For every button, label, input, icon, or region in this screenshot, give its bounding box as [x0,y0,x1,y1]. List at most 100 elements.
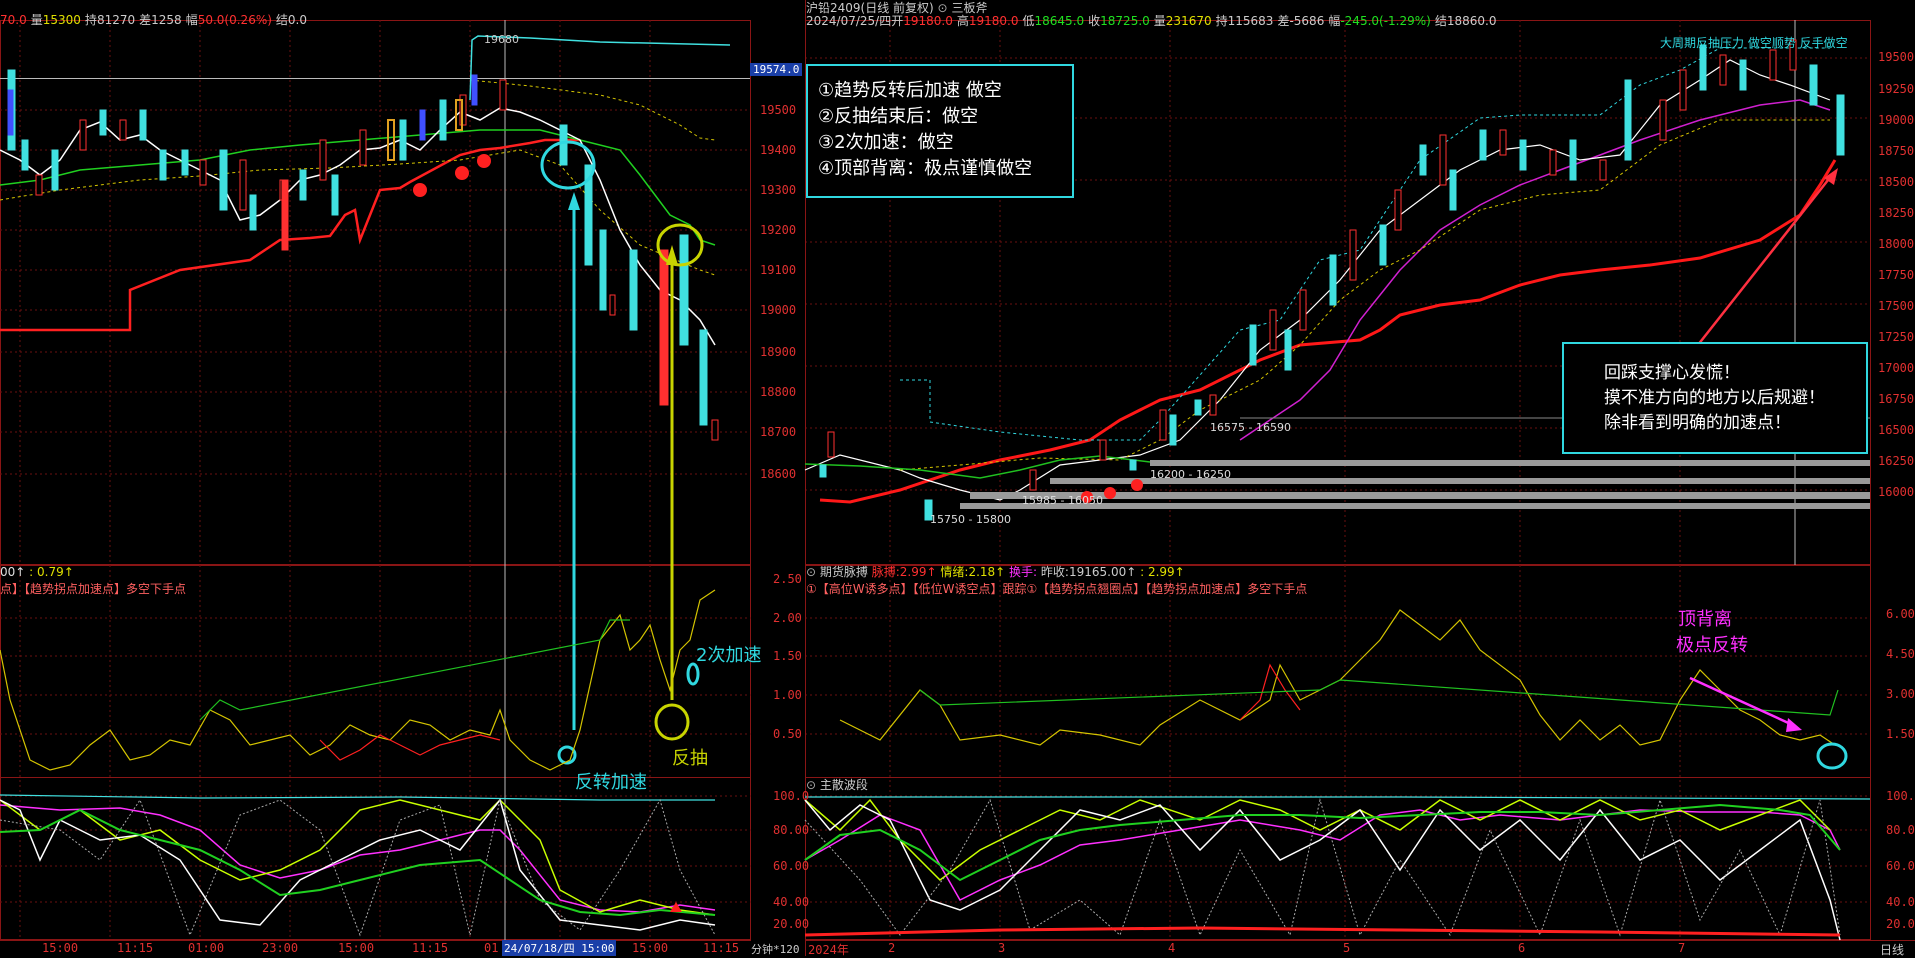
zone-label: 16575 - 16590 [1210,421,1291,434]
left-ind1-tick: 2.00 [773,611,802,625]
right-ind1-mood-label: 情绪: [940,565,969,579]
left-diff: 1258 [151,13,182,27]
left-ind1-value2: : 0.79↑ [29,565,74,579]
right-axis-tick: 19000 [1878,113,1915,127]
right-indicator-name[interactable]: 三板斧 [951,1,987,15]
right-close: 18725.0 [1100,14,1150,28]
caution-note-box: 回踩支撑心发慌！ 摸不准方向的地方以后规避！ 除非看到明确的加速点！ [1562,342,1868,454]
right-ind1-legend: ①【高位W诱多点】【低位W诱空点】跟踪①【趋势拐点翘圈点】【趋势拐点加速点】多空… [806,582,1308,596]
right-chg: -245.0(-1.29%) [1340,14,1431,28]
left-time-tick: 15:00 [42,941,79,955]
right-axis-tick: 18500 [1878,175,1915,189]
strategy-note-line: ②反抽结束后：做空 [818,106,979,127]
left-ind2-tick: 40.00 [773,895,810,909]
left-volume-label: 量 [30,13,43,27]
right-period-label[interactable]: 日线 [1880,941,1904,958]
right-ind1-pulse: 2.99↑ [899,565,937,579]
left-ind2-tick: 60.00 [773,859,810,873]
right-axis-tick: 18250 [1878,206,1915,220]
right-oi-label: 持 [1215,14,1228,28]
right-open-label: 开 [891,14,904,28]
right-ind2-tick: 40.00 [1886,895,1915,909]
caution-note-line: 除非看到明确的加速点！ [1604,413,1791,433]
left-settle-label: 结 [275,13,288,27]
right-date: 2024/07/25/四 [806,14,892,28]
left-time-tick: 01 [484,941,499,955]
right-ind2-tick: 80.00 [1886,823,1915,837]
left-time-tick: 23:00 [262,941,299,955]
left-period-label[interactable]: 分钟*120 [751,941,800,957]
strategy-note-line: ④顶部背离：极点谨慎做空 [818,158,1033,179]
right-ind1-turn-label: 换手: [1009,565,1038,579]
left-axis-tick: 19200 [760,223,797,237]
right-ind2-title[interactable]: 主散波段 [820,778,868,792]
left-change: 50.0(0.26%) [197,13,272,27]
right-time-tick: 2 [888,941,896,955]
right-time-tick: 5 [1343,941,1351,955]
left-time-tick: 15:00 [632,941,669,955]
reversal-accel-label: 反转加速 [575,772,647,793]
right-ind1-title[interactable]: 期货脉搏 [820,565,868,579]
extreme-reversal-label: 极点反转 [1676,635,1748,656]
right-time-tick: 6 [1518,941,1526,955]
left-time-tick: 11:15 [117,941,154,955]
right-ind1-tick: 6.00 [1886,607,1915,621]
left-peak-label: 19680 [484,33,519,46]
zone-label: 15750 - 15800 [930,513,1011,526]
strategy-note-box: ①趋势反转后加速 做空 ②反抽结束后：做空 ③2次加速：做空 ④顶部背离：极点谨… [806,64,1074,198]
right-ind2-tick: 60.00 [1886,859,1915,873]
right-time-tick: 7 [1678,941,1686,955]
left-ind1-tick: 1.50 [773,649,802,663]
right-low: 18645.0 [1034,14,1085,28]
left-ind1-value: 00↑ [0,565,26,579]
right-axis-tick: 17000 [1878,361,1915,375]
left-volume: 15300 [42,13,81,27]
right-ind2-tick: 100.0 [1886,789,1915,803]
right-diff-label: 差 [1277,14,1290,28]
right-quote-header: 2024/07/25/四开19180.0 高19180.0 低18645.0 收187… [806,14,1500,28]
left-axis-tick: 18600 [760,467,797,481]
right-title-bar: 沪铅2409(日线 前复权) ⊙ 三板斧 [806,1,987,15]
right-time-tick: 3 [998,941,1006,955]
caution-note-line: 回踩支撑心发慌！ [1604,363,1740,383]
left-axis-tick: 19100 [760,263,797,277]
right-ind2-toggle-icon[interactable]: ⊙ [806,778,816,792]
right-indicator-toggle-icon[interactable]: ⊙ [938,1,948,15]
right-close-label: 收 [1088,14,1101,28]
left-axis-tick: 19500 [760,103,797,117]
left-oi: 81270 [96,13,136,27]
right-oi: 115683 [1227,14,1274,28]
right-vol-label: 量 [1153,14,1166,28]
left-ind2-tick: 20.00 [773,917,810,931]
right-ind1-pulse-label: 脉搏: [871,565,900,579]
right-axis-tick: 16750 [1878,392,1915,406]
left-axis-tick: 19300 [760,183,797,197]
right-axis-tick: 16000 [1878,485,1915,499]
left-time-tick: 15:00 [338,941,375,955]
left-axis-tick: 19000 [760,303,797,317]
right-axis-tick: 17500 [1878,299,1915,313]
left-ind1-tick: 0.50 [773,727,802,741]
right-settle-label: 结 [1434,14,1447,28]
right-axis-tick: 19500 [1878,50,1915,64]
top-divergence-label: 顶背离 [1678,609,1732,630]
left-axis-tick: 18700 [760,425,797,439]
second-accel-label: 2次加速 [696,645,762,666]
right-axis-tick: 18000 [1878,237,1915,251]
zone-label: 16200 - 16250 [1150,468,1231,481]
left-time-cursor-label: 24/07/18/四 15:00 [502,940,617,956]
right-ind1-prev-label: 昨收: [1040,565,1069,579]
right-vol: 231670 [1165,14,1212,28]
current-price-tag: 19574.0 [750,63,803,76]
right-ind1-toggle-icon[interactable]: ⊙ [806,565,816,579]
right-high: 19180.0 [968,14,1019,28]
left-ind1-tick: 2.50 [773,572,802,586]
right-chg-label: 幅 [1328,14,1341,28]
right-top-note: 大周期反抽压力 做空顺势 反手做空 [1660,36,1848,50]
right-ind1-extra: : 2.99↑ [1140,565,1185,579]
left-time-tick: 01:00 [188,941,225,955]
right-high-label: 高 [956,14,969,28]
right-ind1-mood: 2.18↑ [968,565,1006,579]
right-time-tick: 2024年 [808,943,849,957]
right-instrument-name: 沪铅2409(日线 前复权) [806,1,934,15]
